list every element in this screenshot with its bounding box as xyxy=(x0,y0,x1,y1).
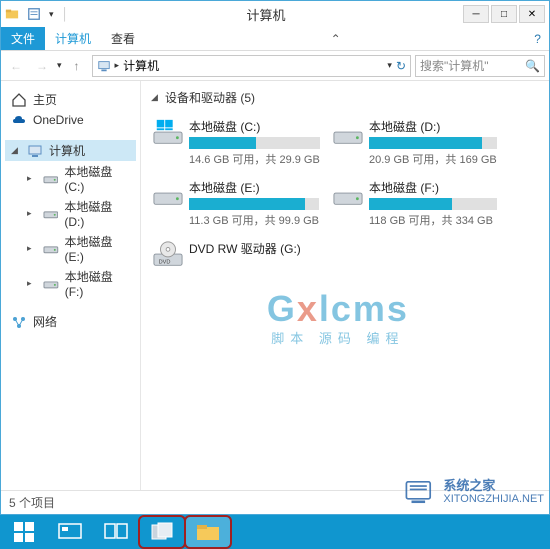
search-icon: 🔍 xyxy=(525,59,540,73)
properties-icon[interactable] xyxy=(27,7,41,21)
taskbar-explorer-highlighted[interactable] xyxy=(186,517,230,547)
drive-item-dvd[interactable]: DVD DVD RW 驱动器 (G:) xyxy=(151,238,491,272)
nav-up-button[interactable]: ↑ xyxy=(66,55,88,77)
folder-icon xyxy=(5,7,19,21)
drive-item-c[interactable]: 本地磁盘 (C:) 14.6 GB 可用，共 29.9 GB xyxy=(151,116,319,169)
quick-access-toolbar: ▾ │ xyxy=(5,7,69,21)
nav-forward-button[interactable]: → xyxy=(31,55,53,77)
expand-icon[interactable]: ▸ xyxy=(27,278,37,289)
sidebar-item-computer[interactable]: ◢ 计算机 xyxy=(5,140,136,161)
minimize-button[interactable]: ─ xyxy=(463,5,489,23)
section-header[interactable]: ◢ 设备和驱动器 (5) xyxy=(151,89,539,106)
drive-grid: 本地磁盘 (C:) 14.6 GB 可用，共 29.9 GB 本地磁盘 (D:)… xyxy=(151,116,539,272)
tab-file[interactable]: 文件 xyxy=(1,27,45,50)
addr-dropdown-icon[interactable]: ▾ xyxy=(387,60,392,71)
address-text: 计算机 xyxy=(123,57,159,74)
body: 主页 OneDrive ◢ 计算机 ▸ 本地磁盘 (C:) xyxy=(1,81,549,490)
drive-icon xyxy=(43,276,59,292)
cloud-icon xyxy=(11,112,27,128)
search-placeholder: 搜索"计算机" xyxy=(420,57,521,74)
tab-computer[interactable]: 计算机 xyxy=(45,27,101,50)
search-box[interactable]: 搜索"计算机" 🔍 xyxy=(415,55,545,77)
close-button[interactable]: ✕ xyxy=(519,5,545,23)
qat-dropdown-icon[interactable]: ▾ xyxy=(49,9,54,20)
drive-item-e[interactable]: 本地磁盘 (E:) 11.3 GB 可用，共 99.9 GB xyxy=(151,177,319,230)
ribbon-collapse-icon[interactable]: ⌃ xyxy=(323,32,349,46)
tab-view[interactable]: 查看 xyxy=(101,27,145,50)
titlebar: ▾ │ 计算机 ─ □ ✕ xyxy=(1,1,549,27)
drive-item-d[interactable]: 本地磁盘 (D:) 20.9 GB 可用，共 169 GB xyxy=(331,116,499,169)
usage-bar xyxy=(369,137,497,149)
address-bar[interactable]: ▸ 计算机 ▾ ↻ xyxy=(92,55,411,77)
drive-icon xyxy=(43,206,59,222)
addr-chevron-icon[interactable]: ▸ xyxy=(115,60,120,71)
navigation-pane: 主页 OneDrive ◢ 计算机 ▸ 本地磁盘 (C:) xyxy=(1,81,141,490)
window-controls: ─ □ ✕ xyxy=(463,5,545,23)
dvd-drive-icon: DVD xyxy=(153,240,183,270)
sidebar-item-network[interactable]: 网络 xyxy=(5,311,136,332)
expand-icon[interactable]: ▸ xyxy=(27,243,37,254)
start-button[interactable] xyxy=(2,517,46,547)
drive-icon xyxy=(43,171,59,187)
maximize-button[interactable]: □ xyxy=(491,5,517,23)
computer-icon xyxy=(97,59,111,73)
watermark: Gxlcms 脚本 源码 编程 xyxy=(267,288,409,347)
drive-icon xyxy=(153,179,183,209)
nav-history-dropdown[interactable]: ▾ xyxy=(57,60,62,71)
collapse-icon[interactable]: ◢ xyxy=(151,92,161,103)
sidebar-item-drive-f[interactable]: ▸ 本地磁盘 (F:) xyxy=(5,266,136,301)
drive-item-f[interactable]: 本地磁盘 (F:) 118 GB 可用，共 334 GB xyxy=(331,177,499,230)
taskbar-app-1[interactable] xyxy=(48,517,92,547)
computer-icon xyxy=(27,143,43,159)
expand-icon[interactable]: ▸ xyxy=(27,208,37,219)
sidebar-item-drive-d[interactable]: ▸ 本地磁盘 (D:) xyxy=(5,196,136,231)
nav-back-button[interactable]: ← xyxy=(5,55,27,77)
statusbar: 5 个项目 xyxy=(1,490,549,514)
ribbon-tabs: 文件 计算机 查看 ⌃ ? xyxy=(1,27,549,51)
item-count: 5 个项目 xyxy=(9,494,55,511)
explorer-window: ▾ │ 计算机 ─ □ ✕ 文件 计算机 查看 ⌃ ? ← → ▾ ↑ ▸ 计算… xyxy=(0,0,550,515)
usage-bar xyxy=(369,198,497,210)
drive-icon xyxy=(333,179,363,209)
usage-bar xyxy=(189,137,320,149)
sidebar-item-onedrive[interactable]: OneDrive xyxy=(5,110,136,130)
sidebar-item-home[interactable]: 主页 xyxy=(5,89,136,110)
expand-icon[interactable]: ▸ xyxy=(27,173,37,184)
content-pane: ◢ 设备和驱动器 (5) 本地磁盘 (C:) 14.6 GB 可用，共 29.9… xyxy=(141,81,549,490)
sidebar-item-drive-c[interactable]: ▸ 本地磁盘 (C:) xyxy=(5,161,136,196)
usage-bar xyxy=(189,198,319,210)
help-icon[interactable]: ? xyxy=(526,32,549,46)
drive-icon xyxy=(333,118,363,148)
sidebar-item-drive-e[interactable]: ▸ 本地磁盘 (E:) xyxy=(5,231,136,266)
expand-icon[interactable]: ◢ xyxy=(11,145,21,156)
taskbar-app-3-highlighted[interactable] xyxy=(140,517,184,547)
drive-icon xyxy=(43,241,59,257)
network-icon xyxy=(11,314,27,330)
svg-text:DVD: DVD xyxy=(159,259,171,265)
home-icon xyxy=(11,92,27,108)
refresh-icon[interactable]: ↻ xyxy=(396,59,406,73)
taskbar-app-2[interactable] xyxy=(94,517,138,547)
navbar: ← → ▾ ↑ ▸ 计算机 ▾ ↻ 搜索"计算机" 🔍 xyxy=(1,51,549,81)
window-title: 计算机 xyxy=(69,5,463,24)
os-drive-icon xyxy=(153,118,183,148)
taskbar xyxy=(0,515,550,549)
